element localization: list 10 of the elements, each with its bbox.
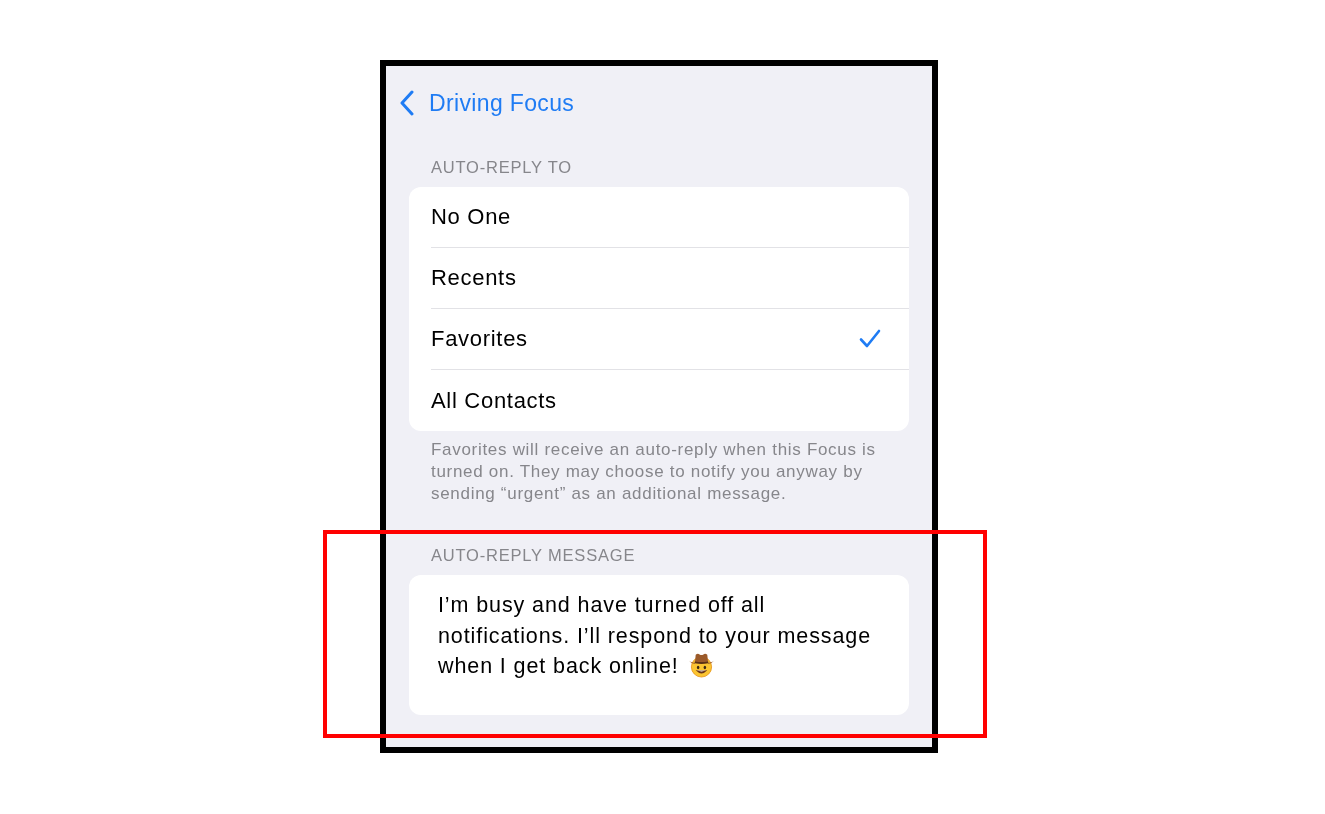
- chevron-left-icon: [399, 90, 415, 116]
- section-header: AUTO-REPLY TO: [430, 157, 573, 177]
- recipient-option[interactable]: Favorites: [431, 309, 909, 370]
- message-field[interactable]: I’m busy and have turned off all notifications. I’ll respond to your message when I get back online!: [409, 575, 909, 715]
- recipient-option[interactable]: No One: [431, 187, 909, 248]
- back-button[interactable]: Driving Focus: [399, 89, 575, 117]
- section-footer-text: Favorites will receive an auto-reply when this Focus is turned on. They may choose to notify you anyway by sending “urgent” as an additional message.: [430, 439, 877, 505]
- recipient-option[interactable]: All Contacts: [431, 370, 909, 431]
- section-header: AUTO-REPLY MESSAGE: [430, 545, 637, 565]
- recipient-option[interactable]: Recents: [431, 248, 909, 309]
